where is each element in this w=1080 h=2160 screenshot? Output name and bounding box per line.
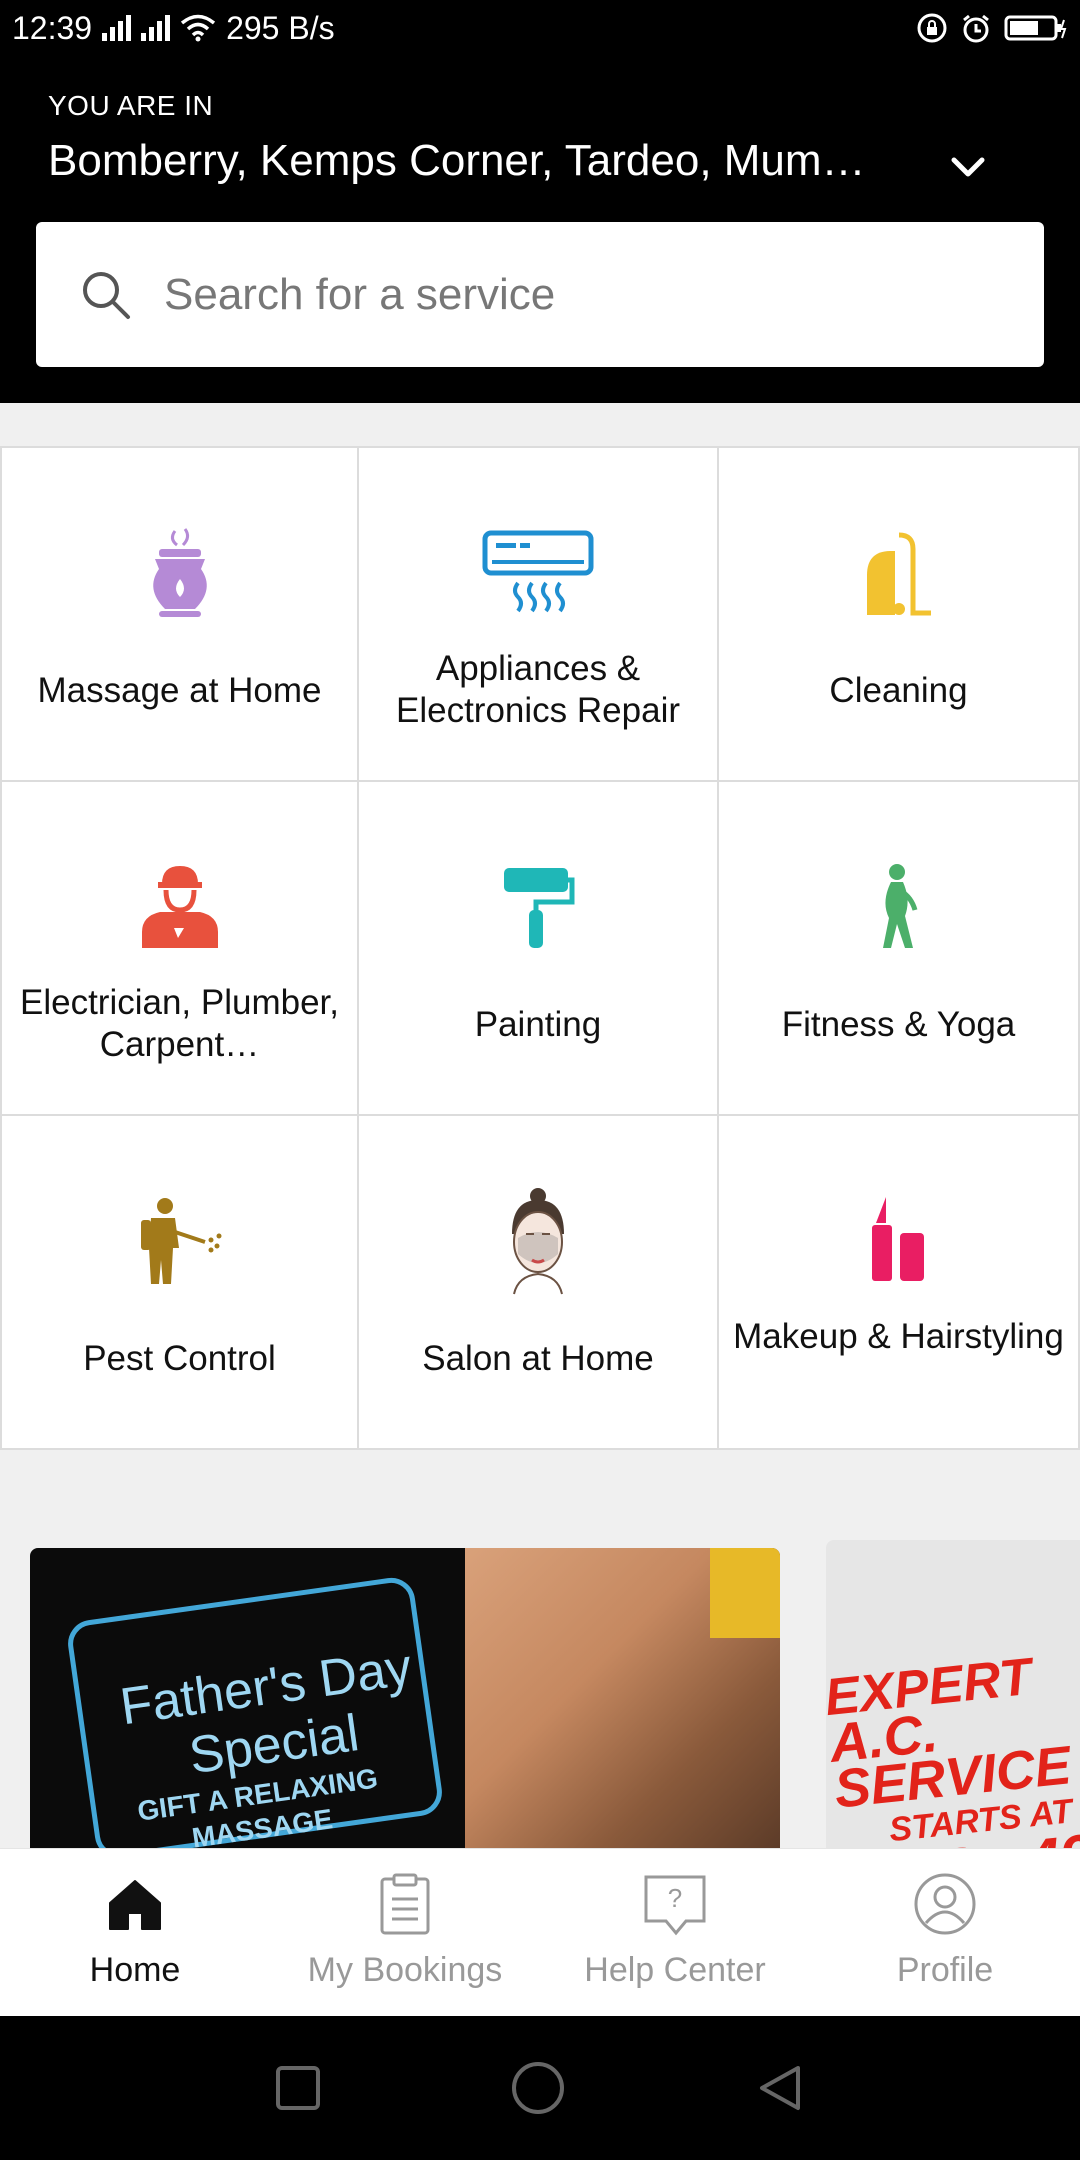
back-icon[interactable] [754,2062,806,2114]
system-nav-bar [0,2016,1080,2160]
air-conditioner-icon [473,518,603,628]
wifi-icon [180,14,216,42]
promo-carousel[interactable]: Father's Day Special GIFT A RELAXING MAS… [0,1540,1080,1850]
category-painting[interactable]: Painting [359,782,719,1116]
category-salon[interactable]: Salon at Home [359,1116,719,1450]
category-grid: Massage at Home Appliances & Electronics… [0,446,1080,1450]
category-label: Makeup & Hairstyling [733,1317,1064,1356]
location-caption: YOU ARE IN [48,90,214,121]
yoga-pose-icon [834,852,964,962]
category-label: Fitness & Yoga [781,1005,1016,1044]
banner-text: EXPERT A.C. SERVICE STARTS AT Rs.499 [826,1646,1080,1850]
nav-label: Profile [896,1951,994,1989]
pest-sprayer-icon [115,1186,245,1296]
search-bar[interactable] [36,222,1044,367]
location-header: YOU ARE IN Bomberry, Kemps Corner, Tarde… [0,56,1080,403]
search-icon [83,271,130,319]
nav-my-bookings[interactable]: My Bookings [270,1849,540,2017]
promo-banner-fathers-day[interactable]: Father's Day Special GIFT A RELAXING MAS… [30,1548,780,1850]
home-icon [109,1880,161,1930]
home-circle-icon[interactable] [510,2060,566,2116]
vacuum-cleaner-icon [834,518,964,628]
status-time: 12:39 [12,9,93,46]
battery-icon [1004,15,1067,41]
network-speed: 295 B/s [226,9,335,46]
nav-home[interactable]: Home [0,1849,270,2017]
recent-apps-icon[interactable] [274,2064,322,2112]
signal-icon [102,15,132,41]
paint-roller-icon [473,852,603,962]
category-label: Pest Control [83,1339,276,1378]
category-label: Salon at Home [422,1339,654,1378]
category-label: Appliances & Electronics Repair [396,649,680,730]
status-bar: 12:39 295 B/s [0,0,1080,56]
category-label: Massage at Home [37,671,322,710]
nav-label: My Bookings [307,1951,503,1989]
category-pest-control[interactable]: Pest Control [0,1116,359,1450]
category-cleaning[interactable]: Cleaning [719,448,1080,782]
location-selector[interactable]: Bomberry, Kemps Corner, Tardeo, Mum… [48,136,908,186]
bottom-nav: Home My Bookings ? Help Center Profile [0,1848,1080,2016]
lock-rotation-icon [917,13,947,43]
help-icon: ? [644,1875,706,1936]
category-handyman[interactable]: Electrician, Plumber, Carpent… [0,782,359,1116]
category-appliances[interactable]: Appliances & Electronics Repair [359,448,719,782]
svg-text:?: ? [668,1883,682,1913]
profile-icon [914,1873,976,1935]
category-massage[interactable]: Massage at Home [0,448,359,782]
banner-accent [710,1548,780,1638]
category-label: Electrician, Plumber, Carpent… [19,983,340,1064]
massage-oil-burner-icon [115,518,245,628]
nav-profile[interactable]: Profile [810,1849,1080,2017]
handyman-icon [115,852,245,962]
nav-help-center[interactable]: ? Help Center [540,1849,810,2017]
category-fitness[interactable]: Fitness & Yoga [719,782,1080,1116]
lipstick-icon [834,1186,964,1296]
chevron-down-icon[interactable] [948,148,988,188]
category-makeup[interactable]: Makeup & Hairstyling [719,1116,1080,1450]
category-label: Cleaning [829,671,968,710]
nav-label: Help Center [584,1951,766,1989]
category-label: Painting [474,1005,602,1044]
promo-banner-ac-service[interactable]: EXPERT A.C. SERVICE STARTS AT Rs.499 [826,1540,1080,1850]
search-input[interactable] [164,269,944,320]
alarm-icon [963,14,989,43]
face-mask-icon [473,1186,603,1296]
clipboard-icon [380,1873,430,1935]
signal-icon-2 [141,15,171,41]
nav-label: Home [89,1951,181,1989]
